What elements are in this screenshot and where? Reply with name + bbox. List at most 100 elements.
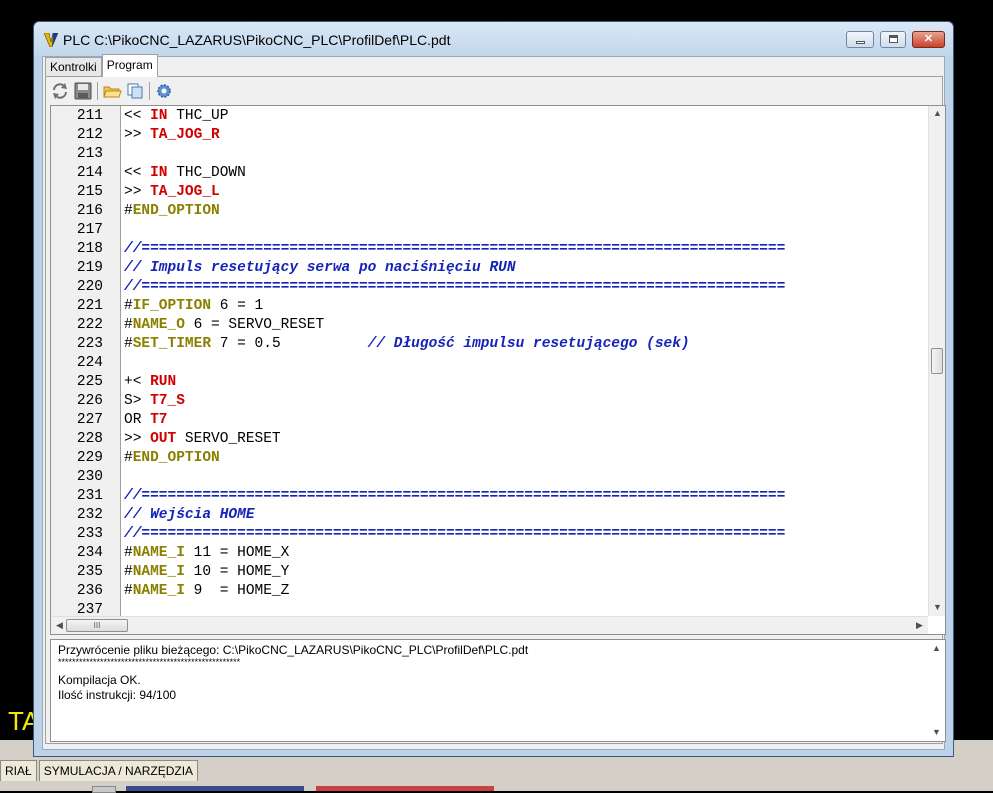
code-token: # [124,203,133,219]
line-number: 227 [76,412,103,428]
background-control[interactable] [92,786,116,793]
tab-program[interactable]: Program [101,54,158,77]
editor-vertical-scrollbar[interactable]: ▲ ▼ [928,106,945,616]
code-token: >> [124,127,151,143]
code-token: RUN [150,374,177,390]
line-number-gutter: 211 212 213 214 215 216 217 218 219 220 221 222 223 2… [51,106,121,618]
line-number: 213 [76,146,103,162]
code-token: S> [124,393,151,409]
background-tab-simulation-tools[interactable]: SYMULACJA / NARZĘDZIA [38,760,199,781]
code-token: NAME_I [132,583,185,599]
background-tab-strip: RIAŁ SYMULACJA / NARZĘDZIA [0,760,200,782]
minimize-button[interactable] [846,31,874,48]
line-number: 233 [76,526,103,542]
line-number: 211 [76,108,103,124]
code-token: 7 = 0.5 [211,336,368,352]
code-token: T7 [150,412,168,428]
code-token: >> [124,431,151,447]
code-token: SERVO_RESET [176,431,281,447]
code-line: #NAME_O 6 = SERVO_RESET [124,316,324,335]
editor-horizontal-scrollbar[interactable]: ◀ III ▶ [51,616,928,634]
tab-strip: Kontrolki Program [45,54,158,77]
code-token: OUT [150,431,177,447]
code-token: # [124,317,133,333]
code-line: +< RUN [124,373,176,392]
code-line: #NAME_I 10 = HOME_Y [124,563,289,582]
scroll-down-arrow-icon[interactable]: ▼ [929,602,945,612]
code-token: # [124,564,133,580]
line-number: 235 [76,564,103,580]
code-text-area[interactable]: << IN THC_UP >> TA_JOG_R << IN THC_DOWN >> … [121,106,926,616]
line-number: 221 [76,298,103,314]
code-line: >> TA_JOG_L [124,183,220,202]
code-token: 9 = HOME_Z [184,583,290,599]
copy-button[interactable] [125,81,145,101]
line-number: 234 [76,545,103,561]
code-token: IF_OPTION [132,298,212,314]
program-panel: 211 212 213 214 215 216 217 218 219 220 221 222 223 2… [45,76,946,744]
title-bar[interactable]: PLC C:\PikoCNC_LAZARUS\PikoCNC_PLC\Profi… [34,22,953,56]
vertical-scroll-thumb[interactable] [931,348,943,374]
message-line: Kompilacja OK. [58,673,141,687]
tab-kontrolki[interactable]: Kontrolki [45,57,102,77]
code-token: # [124,298,133,314]
code-token: 11 = HOME_X [184,545,290,561]
code-token: //======================================… [124,488,786,504]
toolbar [50,80,177,102]
code-token: # [124,583,133,599]
code-token: # [124,545,133,561]
line-number: 216 [76,203,103,219]
settings-button[interactable] [154,81,174,101]
code-token: END_OPTION [132,450,220,466]
message-log[interactable]: Przywrócenie pliku bieżącego: C:\PikoCNC… [50,639,946,742]
code-token: OR [124,412,151,428]
code-token: # [124,336,133,352]
window-client-area: Kontrolki Program 211 212 213 214 215 21… [42,54,946,750]
reload-button[interactable] [50,81,70,101]
code-token: THC_UP [167,108,229,124]
line-number: 230 [76,469,103,485]
line-number: 215 [76,184,103,200]
code-line: //======================================… [124,487,785,506]
code-line: // Wejścia HOME [124,506,255,525]
code-token: 6 = 1 [211,298,264,314]
code-token: NAME_O [132,317,185,333]
code-line: //======================================… [124,525,785,544]
message-line: ****************************************… [58,657,241,667]
open-folder-icon [103,86,122,98]
open-button[interactable] [102,81,122,101]
code-token: // Długość impulsu resetującego (sek) [367,336,690,352]
message-vertical-scrollbar[interactable]: ▲ ▼ [928,640,945,741]
code-token: THC_DOWN [167,165,246,181]
code-line: << IN THC_DOWN [124,164,246,183]
save-button[interactable] [73,81,93,101]
line-number: 231 [76,488,103,504]
line-number: 225 [76,374,103,390]
code-token: IN [150,165,168,181]
line-number: 232 [76,507,103,523]
code-line: #NAME_I 9 = HOME_Z [124,582,289,601]
code-line: #IF_OPTION 6 = 1 [124,297,263,316]
horizontal-scroll-thumb[interactable]: III [66,619,128,632]
close-button[interactable]: ✕ [912,31,945,48]
line-number: 223 [76,336,103,352]
maximize-button[interactable] [880,31,906,48]
code-token: SET_TIMER [132,336,212,352]
line-number: 226 [76,393,103,409]
line-number: 224 [76,355,103,371]
toolbar-separator [149,82,150,100]
background-tab-material[interactable]: RIAŁ [0,760,37,781]
scroll-up-arrow-icon[interactable]: ▲ [929,108,945,118]
code-line: << IN THC_UP [124,107,228,126]
line-number: 217 [76,222,103,238]
line-number: 236 [76,583,103,599]
code-editor[interactable]: 211 212 213 214 215 216 217 218 219 220 221 222 223 2… [50,105,946,635]
code-line: //======================================… [124,240,785,259]
window-title: PLC C:\PikoCNC_LAZARUS\PikoCNC_PLC\Profi… [63,32,451,48]
scroll-up-arrow-icon[interactable]: ▲ [928,643,945,653]
code-token: +< [124,374,151,390]
minimize-icon [856,41,865,44]
scroll-right-arrow-icon[interactable]: ▶ [911,620,928,631]
code-line: S> T7_S [124,392,185,411]
scroll-down-arrow-icon[interactable]: ▼ [928,727,945,737]
